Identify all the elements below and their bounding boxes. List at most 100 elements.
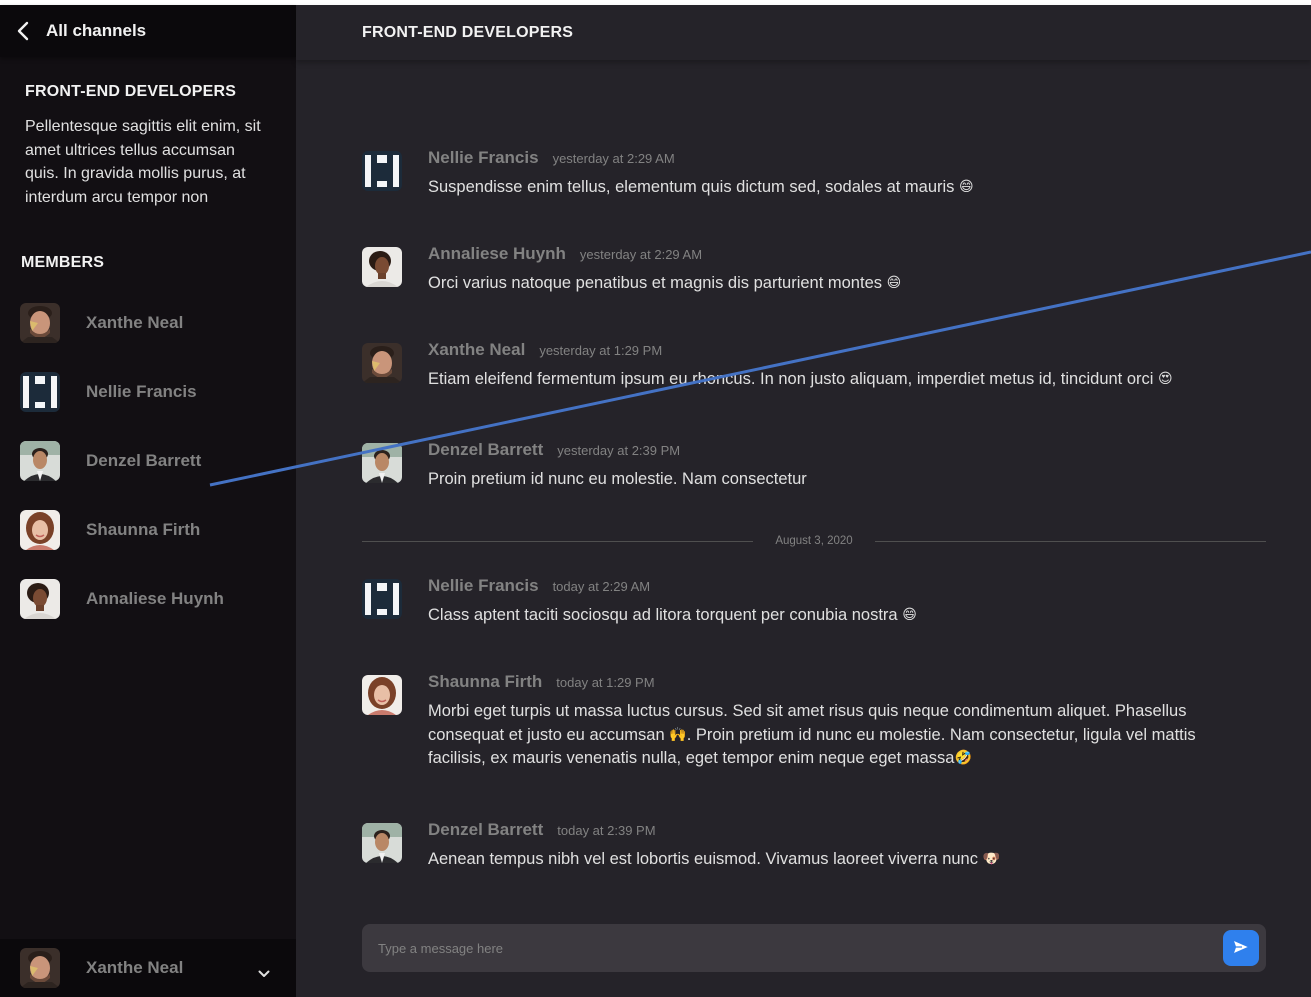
message-body: Nellie Francis today at 2:29 AM Class apte… — [428, 576, 1228, 628]
member-item[interactable]: Annaliese Huynh — [0, 564, 296, 633]
date-divider: August 3, 2020 — [362, 531, 1266, 551]
message-item: Xanthe Neal yesterday at 1:29 PM Etiam ele… — [362, 340, 1266, 392]
send-icon — [1232, 938, 1250, 958]
chevron-down-icon[interactable] — [258, 965, 270, 983]
message-meta: Nellie Francis today at 2:29 AM — [428, 576, 1228, 596]
member-name: Nellie Francis — [86, 381, 197, 401]
message-text: Orci varius natoque penatibus et magnis … — [428, 272, 1228, 296]
members-heading: MEMBERS — [21, 254, 105, 271]
message-author[interactable]: Nellie Francis — [428, 576, 539, 596]
message-timestamp: today at 2:29 AM — [552, 579, 651, 594]
message-meta: Annaliese Huynh yesterday at 2:29 AM — [428, 244, 1228, 264]
message-timestamp: today at 2:39 PM — [557, 823, 656, 838]
message-body: Denzel Barrett yesterday at 2:39 PM Proin … — [428, 440, 1228, 492]
message-body: Shaunna Firth today at 1:29 PM Morbi eget … — [428, 672, 1228, 771]
message-meta: Nellie Francis yesterday at 2:29 AM — [428, 148, 1228, 168]
message-timestamp: yesterday at 1:29 PM — [539, 343, 663, 358]
divider-line — [362, 540, 754, 542]
message-text-part: Class aptent taciti sociosqu ad litora t… — [428, 606, 898, 624]
message-timestamp: yesterday at 2:39 PM — [557, 443, 681, 458]
message-text: Proin pretium id nunc eu molestie. Nam c… — [428, 468, 1228, 492]
emoji: 😄 — [959, 178, 974, 194]
member-item[interactable]: Nellie Francis — [0, 357, 296, 426]
avatar — [20, 578, 60, 619]
message-item: Denzel Barrett today at 2:39 PM Aenean tem… — [362, 820, 1266, 872]
message-timestamp: today at 1:29 PM — [556, 675, 655, 690]
page-title: FRONT-END DEVELOPERS — [362, 23, 574, 41]
current-user-bar[interactable]: Xanthe Neal — [0, 939, 296, 997]
sidebar: All channels FRONT-END DEVELOPERS Pellen… — [0, 5, 296, 997]
chat-main: FRONT-END DEVELOPERS Nellie Francis yeste… — [296, 5, 1311, 997]
message-composer — [362, 924, 1266, 972]
message-timestamp: yesterday at 2:29 AM — [552, 151, 675, 166]
message-body: Nellie Francis yesterday at 2:29 AM Suspen… — [428, 148, 1228, 200]
avatar[interactable] — [362, 343, 402, 383]
channel-title: FRONT-END DEVELOPERS — [25, 83, 237, 100]
member-list: Xanthe Neal Nellie Francis Denzel Barret… — [0, 288, 296, 633]
message-meta: Shaunna Firth today at 1:29 PM — [428, 672, 1228, 692]
avatar[interactable] — [362, 443, 402, 483]
member-item[interactable]: Denzel Barrett — [0, 426, 296, 495]
message-input[interactable] — [362, 924, 1223, 972]
message-text-part: Suspendisse enim tellus, elementum quis … — [428, 178, 955, 196]
message-text: Morbi eget turpis ut massa luctus cursus… — [428, 700, 1228, 771]
emoji: 😍 — [1158, 370, 1173, 386]
channel-description: Pellentesque sagittis elit enim, sit ame… — [25, 118, 261, 206]
message-item: Shaunna Firth today at 1:29 PM Morbi eget … — [362, 672, 1266, 771]
emoji: 🙌 — [669, 725, 687, 742]
all-channels-link[interactable]: All channels — [46, 21, 146, 41]
message-text: Aenean tempus nibh vel est lobortis euis… — [428, 848, 1228, 872]
message-author[interactable]: Denzel Barrett — [428, 820, 543, 840]
channel-info: FRONT-END DEVELOPERS Pellentesque sagitt… — [0, 57, 296, 209]
message-author[interactable]: Nellie Francis — [428, 148, 539, 168]
message-item: Annaliese Huynh yesterday at 2:29 AM Orci … — [362, 244, 1266, 296]
avatar — [20, 948, 60, 988]
avatar[interactable] — [362, 579, 402, 619]
current-user-name: Xanthe Neal — [86, 958, 184, 977]
chevron-left-icon[interactable] — [14, 20, 32, 42]
emoji: 😄 — [902, 606, 917, 622]
avatar — [20, 302, 60, 343]
message-meta: Denzel Barrett yesterday at 2:39 PM — [428, 440, 1228, 460]
message-text-part: Orci varius natoque penatibus et magnis … — [428, 274, 882, 292]
channel-header: FRONT-END DEVELOPERS — [296, 5, 1311, 60]
chat-app: All channels FRONT-END DEVELOPERS Pellen… — [0, 5, 1311, 997]
avatar[interactable] — [362, 675, 402, 715]
member-name: Annaliese Huynh — [86, 588, 224, 608]
avatar[interactable] — [362, 823, 402, 863]
divider-date: August 3, 2020 — [775, 535, 853, 547]
member-item[interactable]: Shaunna Firth — [0, 495, 296, 564]
message-author[interactable]: Xanthe Neal — [428, 340, 525, 360]
member-name: Xanthe Neal — [86, 312, 184, 332]
send-button[interactable] — [1223, 930, 1259, 966]
message-text: Class aptent taciti sociosqu ad litora t… — [428, 604, 1228, 628]
avatar[interactable] — [362, 151, 402, 191]
message-item: Nellie Francis yesterday at 2:29 AM Suspen… — [362, 148, 1266, 200]
member-name: Shaunna Firth — [86, 519, 201, 539]
message-body: Denzel Barrett today at 2:39 PM Aenean tem… — [428, 820, 1228, 872]
message-author[interactable]: Shaunna Firth — [428, 672, 542, 692]
message-item: Nellie Francis today at 2:29 AM Class apte… — [362, 576, 1266, 628]
message-text-part: Aenean tempus nibh vel est lobortis euis… — [428, 850, 978, 868]
message-text-part: Etiam eleifend fermentum ipsum eu rhoncu… — [428, 370, 1154, 388]
emoji: 😄 — [886, 274, 902, 290]
avatar[interactable] — [362, 247, 402, 287]
divider-line — [874, 540, 1266, 542]
avatar — [20, 440, 60, 481]
member-name: Denzel Barrett — [86, 450, 202, 470]
message-text-part: Proin pretium id nunc eu molestie. Nam c… — [428, 470, 807, 488]
message-text: Etiam eleifend fermentum ipsum eu rhoncu… — [428, 368, 1228, 392]
message-author[interactable]: Denzel Barrett — [428, 440, 543, 460]
message-timestamp: yesterday at 2:29 AM — [579, 247, 703, 262]
avatar — [20, 371, 60, 412]
message-meta: Denzel Barrett today at 2:39 PM — [428, 820, 1228, 840]
message-text: Suspendisse enim tellus, elementum quis … — [428, 176, 1228, 200]
member-item[interactable]: Xanthe Neal — [0, 288, 296, 357]
message-item: Denzel Barrett yesterday at 2:39 PM Proin … — [362, 440, 1266, 492]
emoji: 🐶 — [982, 850, 1001, 866]
message-meta: Xanthe Neal yesterday at 1:29 PM — [428, 340, 1228, 360]
sidebar-header: All channels — [0, 5, 296, 57]
message-author[interactable]: Annaliese Huynh — [428, 244, 566, 264]
avatar — [20, 509, 60, 550]
emoji: 🤣 — [954, 749, 972, 765]
